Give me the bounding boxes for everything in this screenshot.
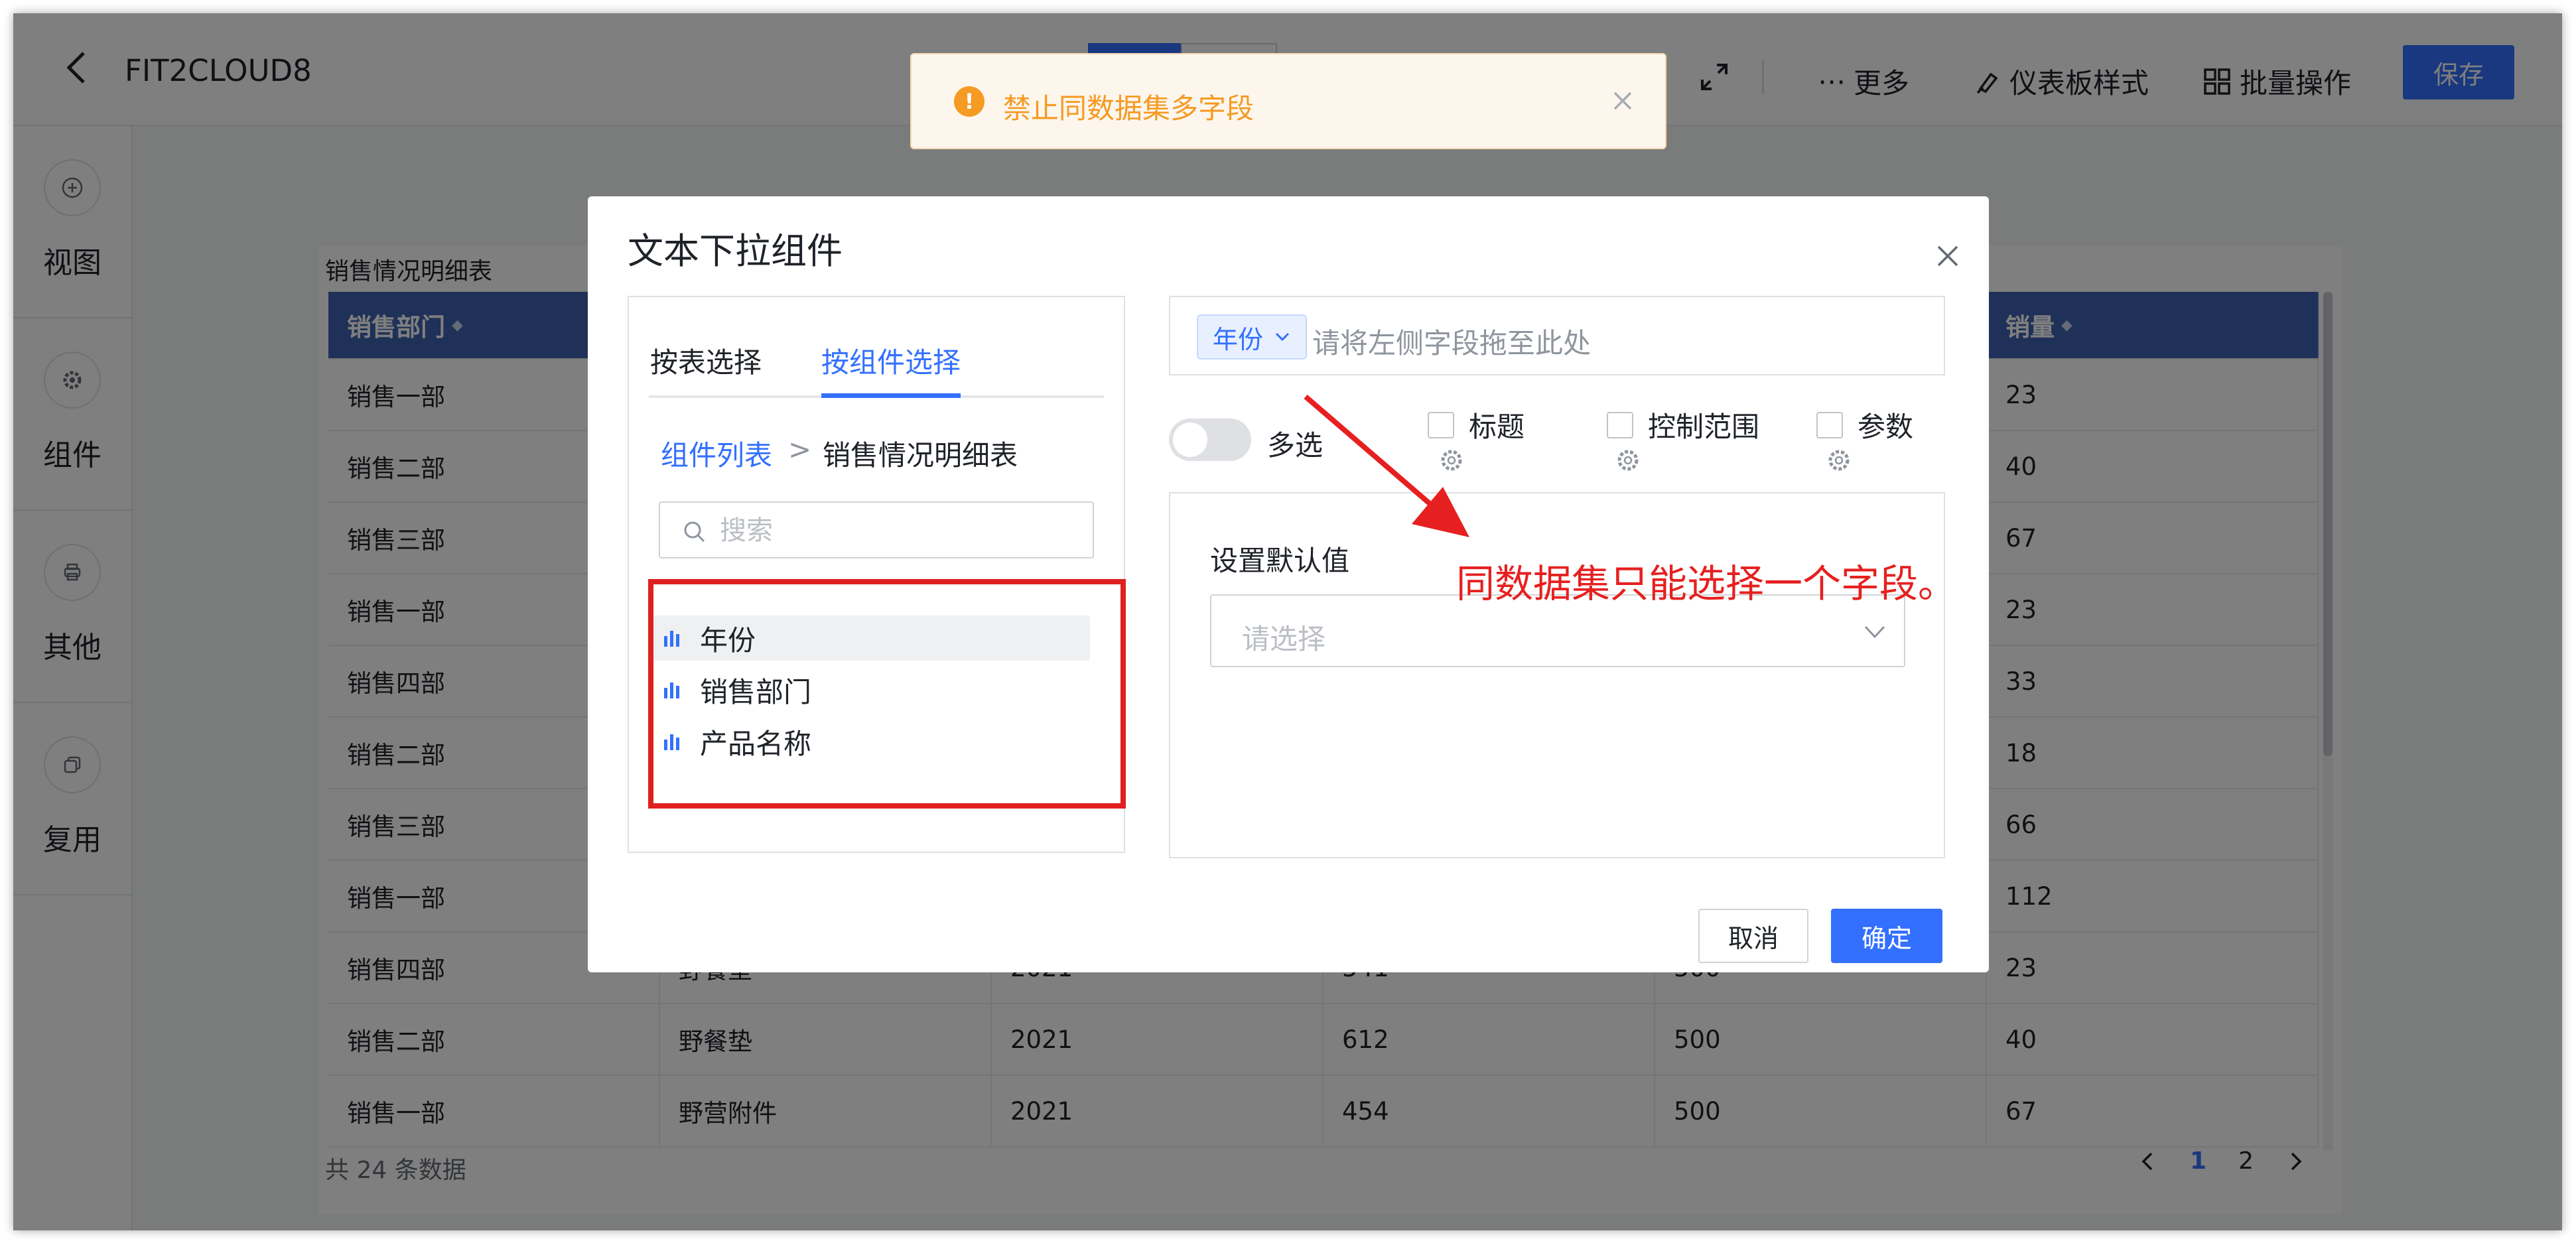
dialog-title: 文本下拉组件: [628, 230, 843, 272]
drop-hint: 请将左侧字段拖至此处: [1312, 327, 1592, 359]
annotation-highlight-box: [648, 579, 1126, 809]
field-drop-zone[interactable]: 年份 请将左侧字段拖至此处: [1169, 296, 1945, 375]
selected-field-tag[interactable]: 年份: [1197, 314, 1308, 359]
gear-icon[interactable]: [1826, 447, 1852, 474]
gear-icon[interactable]: [1438, 447, 1465, 474]
breadcrumb-current: 销售情况明细表: [823, 439, 1018, 472]
search-box: [659, 501, 1094, 558]
checkbox-box[interactable]: [1816, 411, 1843, 438]
select-placeholder: 请选择: [1242, 623, 1326, 655]
search-input[interactable]: [720, 512, 1078, 549]
checkbox-box[interactable]: [1607, 411, 1633, 438]
confirm-button[interactable]: 确定: [1831, 909, 1942, 963]
default-value-label: 设置默认值: [1210, 545, 1350, 577]
cancel-button[interactable]: 取消: [1698, 909, 1808, 963]
close-icon[interactable]: [1934, 243, 1961, 269]
multi-select-label: 多选: [1267, 429, 1323, 462]
chevron-down-icon: [1864, 625, 1885, 639]
gear-icon[interactable]: [1615, 447, 1641, 474]
checkbox-box[interactable]: [1428, 411, 1454, 438]
app-window: FIT2CLOUD8 ⋯ 更多 仪表板样式: [13, 13, 2562, 1230]
checkbox-control-scope[interactable]: 控制范围: [1607, 405, 1759, 445]
breadcrumb-separator: >: [788, 433, 812, 466]
active-tab-indicator: [821, 393, 961, 398]
annotation-text: 同数据集只能选择一个字段。: [1456, 561, 1957, 606]
checkbox-parameter[interactable]: 参数: [1816, 405, 1913, 445]
breadcrumb-root[interactable]: 组件列表: [661, 433, 772, 474]
tab-by-component[interactable]: 按组件选择: [821, 340, 961, 381]
warning-toast: ! 禁止同数据集多字段: [910, 53, 1666, 149]
close-icon[interactable]: [1609, 88, 1636, 114]
tab-by-table[interactable]: 按表选择: [650, 340, 762, 381]
toast-message: 禁止同数据集多字段: [1003, 92, 1254, 125]
multi-select-toggle[interactable]: [1169, 419, 1251, 461]
default-value-panel: 设置默认值 请选择: [1169, 492, 1945, 858]
chevron-down-icon: [1275, 332, 1290, 342]
search-icon: [684, 521, 705, 543]
toggle-knob: [1173, 423, 1207, 457]
warning-icon: !: [954, 86, 984, 117]
checkbox-title[interactable]: 标题: [1428, 405, 1525, 445]
